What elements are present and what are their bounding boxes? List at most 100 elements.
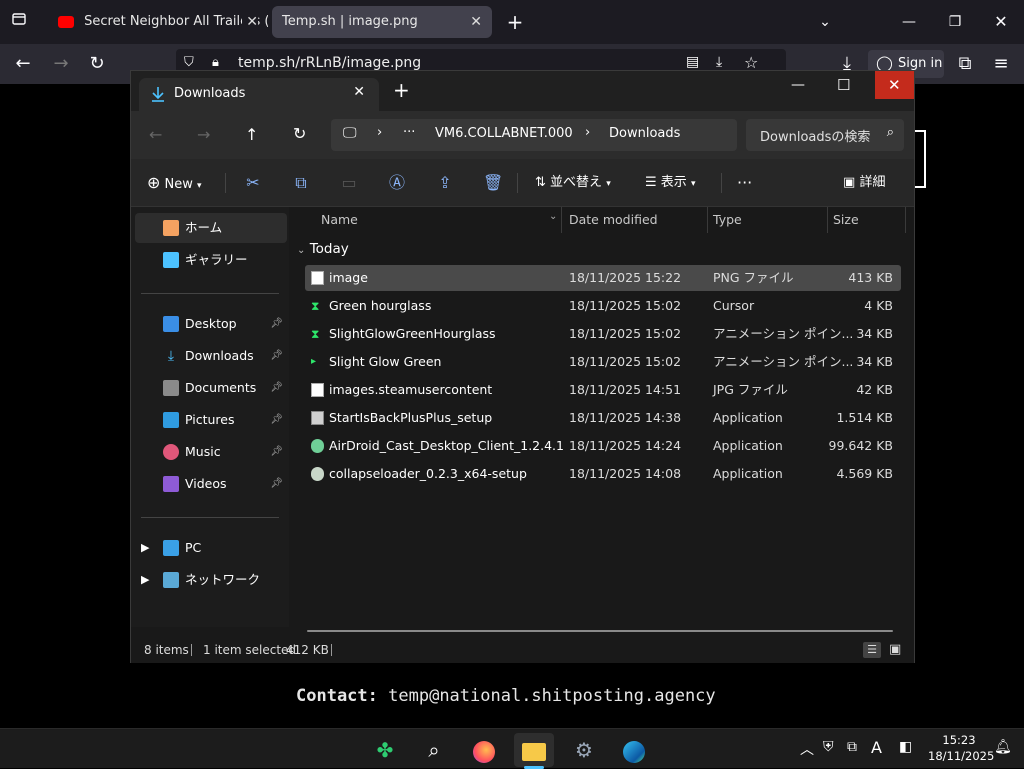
security-icon[interactable]: ⛨ bbox=[823, 739, 834, 755]
new-button[interactable]: ⊕ New ▾ bbox=[147, 159, 202, 210]
copy-icon[interactable]: ⧉ bbox=[291, 173, 311, 193]
view-button[interactable]: ☰ 表示 ▾ bbox=[645, 159, 695, 208]
new-tab-icon[interactable]: + bbox=[500, 6, 530, 38]
edge-icon[interactable] bbox=[614, 733, 654, 767]
close-window-button[interactable]: ✕ bbox=[875, 71, 914, 99]
sidebar-item-home[interactable]: ホーム bbox=[135, 213, 287, 243]
search-input[interactable]: Downloadsの検索 ⌕ bbox=[746, 119, 904, 151]
animated-cursor-icon: ▸ bbox=[311, 356, 317, 367]
start-icon[interactable]: ✤ bbox=[365, 733, 405, 767]
paste-icon[interactable]: ▭ bbox=[339, 173, 359, 193]
group-header-today[interactable]: ⌄ Today bbox=[297, 239, 349, 261]
file-row[interactable]: ▸ Slight Glow Green 18/11/2025 15:02 アニメ… bbox=[305, 349, 901, 375]
more-options-icon[interactable]: ··· bbox=[737, 159, 752, 207]
share-icon[interactable]: ⇪ bbox=[435, 173, 455, 193]
column-header-date[interactable]: Date modified bbox=[569, 207, 658, 233]
restore-icon[interactable]: ❐ bbox=[940, 6, 970, 38]
cut-icon[interactable]: ✂ bbox=[243, 173, 263, 193]
column-header-size[interactable]: Size bbox=[833, 207, 859, 233]
close-tab-icon[interactable]: ✕ bbox=[353, 84, 365, 100]
breadcrumb-current[interactable]: Downloads bbox=[609, 126, 680, 141]
column-divider[interactable] bbox=[561, 207, 562, 233]
forward-icon[interactable]: → bbox=[197, 125, 210, 144]
settings-gear-icon[interactable]: ⚙ bbox=[564, 733, 604, 767]
file-row[interactable]: AirDroid_Cast_Desktop_Client_1.2.4.1 18/… bbox=[305, 433, 901, 459]
file-row[interactable]: ⧗ Green hourglass 18/11/2025 15:02 Curso… bbox=[305, 293, 901, 319]
up-icon[interactable]: ↑ bbox=[245, 125, 258, 144]
file-row[interactable]: image 18/11/2025 15:22 PNG ファイル 413 KB bbox=[305, 265, 901, 291]
sidebar-item-network[interactable]: ▶ ネットワーク bbox=[135, 565, 287, 595]
details-view-icon[interactable]: ☰ bbox=[863, 642, 881, 658]
minimize-icon[interactable]: — bbox=[791, 77, 805, 93]
column-divider[interactable] bbox=[707, 207, 708, 233]
reload-icon[interactable]: ↻ bbox=[82, 44, 112, 84]
reader-view-icon[interactable]: ▤ bbox=[686, 54, 699, 70]
sidebar-item-pictures[interactable]: Pictures 📌︎ bbox=[135, 405, 287, 435]
tab-overview-icon[interactable] bbox=[4, 6, 34, 38]
browser-tab-youtube[interactable]: Secret Neighbor All Trailers (Kin ✕ bbox=[48, 6, 268, 38]
forward-icon[interactable]: → bbox=[46, 44, 76, 84]
menu-icon[interactable]: ≡ bbox=[986, 44, 1016, 84]
clock[interactable]: 15:23 18/11/2025 bbox=[928, 732, 994, 764]
sidebar-item-label: Downloads bbox=[185, 348, 254, 363]
gallery-icon bbox=[163, 252, 179, 268]
new-tab-icon[interactable]: + bbox=[393, 80, 410, 100]
large-icons-view-icon[interactable]: ▣ bbox=[889, 642, 901, 658]
sidebar-item-downloads[interactable]: ⤓ Downloads 📌︎ bbox=[135, 341, 287, 371]
pin-icon[interactable]: 📌︎ bbox=[270, 309, 283, 339]
sort-button[interactable]: ⇅ 並べ替え ▾ bbox=[535, 159, 611, 208]
file-row[interactable]: ⧗ SlightGlowGreenHourglass 18/11/2025 15… bbox=[305, 321, 901, 347]
chevron-up-icon[interactable]: ︿ bbox=[800, 739, 814, 759]
column-divider[interactable] bbox=[905, 207, 906, 233]
explorer-tab-downloads[interactable]: Downloads ✕ bbox=[139, 78, 379, 111]
network-icon[interactable]: ⧉ bbox=[847, 739, 857, 755]
column-header-name[interactable]: Name bbox=[321, 207, 358, 233]
sidebar-item-music[interactable]: Music 📌︎ bbox=[135, 437, 287, 467]
chevron-right-icon[interactable]: ▶ bbox=[141, 565, 149, 595]
list-tabs-icon[interactable]: ⌄ bbox=[810, 6, 840, 38]
pin-icon[interactable]: 📌︎ bbox=[270, 405, 283, 435]
column-header-type[interactable]: Type bbox=[713, 207, 742, 233]
chevron-right-icon[interactable]: ▶ bbox=[141, 533, 149, 563]
close-tab-icon[interactable]: ✕ bbox=[470, 6, 482, 38]
sidebar-item-videos[interactable]: Videos 📌︎ bbox=[135, 469, 287, 499]
horizontal-scrollbar[interactable] bbox=[307, 630, 893, 632]
search-icon[interactable]: ⌕ bbox=[414, 733, 454, 767]
save-to-pocket-icon[interactable]: ⤓ bbox=[716, 54, 722, 70]
sidebar-item-documents[interactable]: Documents 📌︎ bbox=[135, 373, 287, 403]
delete-icon[interactable]: 🗑︎ bbox=[483, 173, 503, 193]
breadcrumb-overflow[interactable]: ··· bbox=[403, 125, 415, 140]
file-row[interactable]: images.steamusercontent 18/11/2025 14:51… bbox=[305, 377, 901, 403]
sidebar-divider bbox=[141, 293, 279, 294]
extensions-icon[interactable]: ⧉ bbox=[950, 44, 980, 84]
animated-cursor-icon: ⧗ bbox=[311, 327, 320, 341]
sidebar-item-desktop[interactable]: Desktop 📌︎ bbox=[135, 309, 287, 339]
audio-icon[interactable]: ◧ bbox=[899, 739, 912, 755]
pin-icon[interactable]: 📌︎ bbox=[270, 341, 283, 371]
chevron-down-icon[interactable]: ⌄ bbox=[549, 211, 557, 222]
breadcrumb[interactable]: 🖵 › ··· VM6.COLLABNET.000 › Downloads bbox=[331, 119, 737, 151]
pin-icon[interactable]: 📌︎ bbox=[270, 469, 283, 499]
close-tab-icon[interactable]: ✕ bbox=[242, 6, 258, 38]
file-explorer-icon[interactable] bbox=[514, 733, 554, 769]
file-row[interactable]: collapseloader_0.2.3_x64-setup 18/11/202… bbox=[305, 461, 901, 487]
maximize-icon[interactable]: ☐ bbox=[837, 76, 850, 94]
language-icon[interactable]: A bbox=[871, 738, 882, 757]
notification-bell-icon[interactable]: 🔔︎ bbox=[994, 739, 1012, 755]
details-button[interactable]: ▣ 詳細 bbox=[843, 159, 885, 207]
close-window-icon[interactable]: ✕ bbox=[986, 6, 1016, 38]
file-row[interactable]: StartIsBackPlusPlus_setup 18/11/2025 14:… bbox=[305, 405, 901, 431]
back-icon[interactable]: ← bbox=[8, 44, 38, 84]
browser-tab-tempsh[interactable]: Temp.sh | image.png ✕ bbox=[272, 6, 492, 38]
back-icon[interactable]: ← bbox=[149, 125, 162, 144]
pin-icon[interactable]: 📌︎ bbox=[270, 437, 283, 467]
firefox-icon[interactable] bbox=[464, 733, 504, 767]
minimize-icon[interactable]: — bbox=[894, 6, 924, 38]
breadcrumb-root[interactable]: VM6.COLLABNET.000 bbox=[435, 126, 573, 141]
sidebar-item-pc[interactable]: ▶ PC bbox=[135, 533, 287, 563]
refresh-icon[interactable]: ↻ bbox=[293, 124, 306, 143]
rename-icon[interactable]: Ⓐ bbox=[387, 173, 407, 193]
column-divider[interactable] bbox=[827, 207, 828, 233]
sidebar-item-gallery[interactable]: ギャラリー bbox=[135, 245, 287, 275]
pin-icon[interactable]: 📌︎ bbox=[270, 373, 283, 403]
